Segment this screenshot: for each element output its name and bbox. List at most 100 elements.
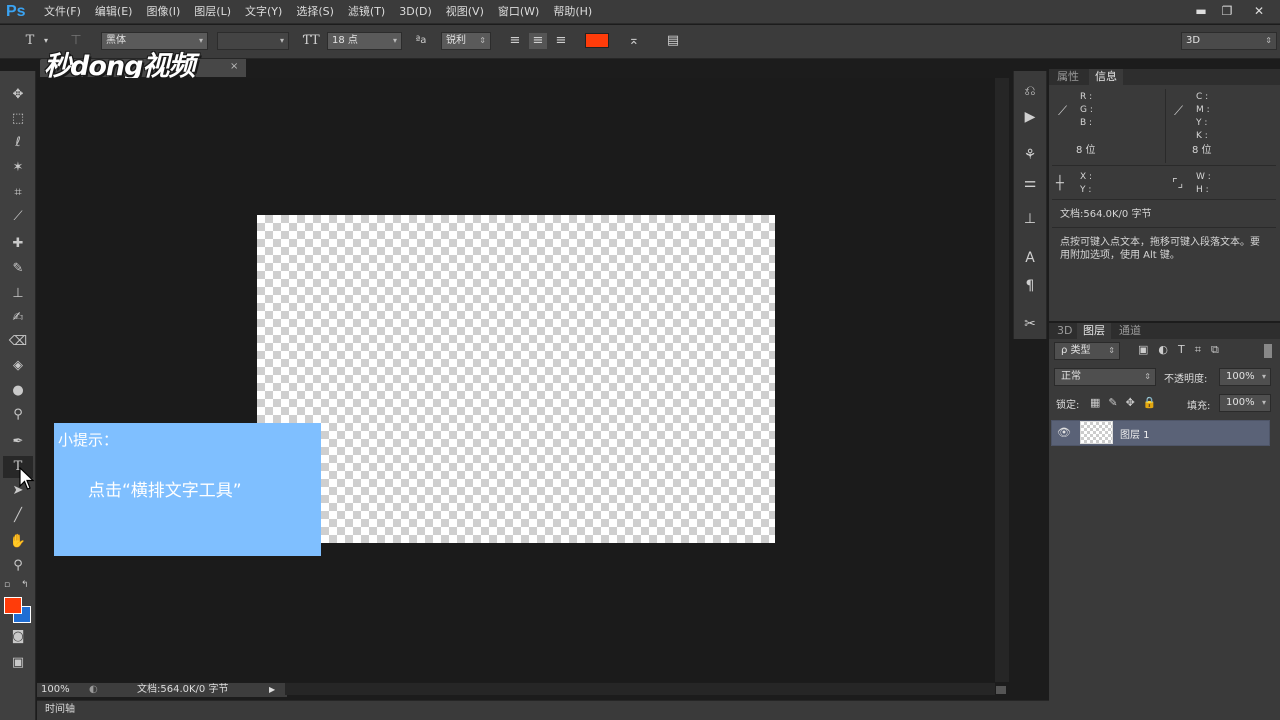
status-bar: 100% ◐ 文档:564.0K/0 字节 ▶ bbox=[37, 683, 287, 697]
paragraph-icon[interactable]: ¶ bbox=[1013, 273, 1047, 299]
brush-tool-icon[interactable]: ✎ bbox=[0, 258, 36, 280]
h-label: H : bbox=[1196, 185, 1209, 195]
wh-labels: W : H : bbox=[1196, 171, 1211, 197]
layer-name[interactable]: 图层 1 bbox=[1120, 426, 1150, 441]
quick-mask-icon[interactable]: ◙ bbox=[0, 626, 36, 648]
clone-source-icon[interactable]: ⊥ bbox=[1013, 206, 1047, 232]
screen-mode-icon[interactable]: ▣ bbox=[0, 652, 36, 674]
fill-input[interactable]: 100% ▾ bbox=[1219, 394, 1271, 412]
eraser-tool-icon[interactable]: ⌫ bbox=[0, 331, 36, 353]
g-label: G : bbox=[1080, 105, 1093, 115]
hand-tool-icon[interactable]: ✋ bbox=[0, 531, 36, 553]
clone-stamp-tool-icon[interactable]: ⊥ bbox=[0, 283, 36, 305]
actions-panel-icon[interactable]: ▶ bbox=[1013, 104, 1047, 130]
tool-hint-text: 点按可键入点文本，拖移可键入段落文本。要用附加选项，使用 Alt 键。 bbox=[1060, 237, 1260, 261]
tab-properties[interactable]: 属性 bbox=[1051, 69, 1085, 85]
filter-adjustment-icon[interactable]: ◐ bbox=[1158, 343, 1168, 357]
status-menu-arrow-icon[interactable]: ▶ bbox=[269, 683, 275, 697]
text-color-swatch[interactable] bbox=[585, 33, 609, 48]
adjustments-icon[interactable]: ⚌ bbox=[1013, 170, 1047, 196]
restore-button[interactable]: ❐ bbox=[1212, 0, 1242, 22]
eyedropper-tool-icon[interactable]: ⟋ bbox=[0, 206, 36, 228]
lock-all-icon[interactable]: 🔒 bbox=[1143, 396, 1157, 409]
dodge-tool-icon[interactable]: ⚲ bbox=[0, 404, 36, 426]
blur-tool-icon[interactable]: ● bbox=[0, 380, 36, 402]
menu-filter[interactable]: 滤镜(T) bbox=[348, 0, 393, 24]
crop-tool-icon[interactable]: ⌗ bbox=[0, 182, 36, 204]
close-button[interactable]: ✕ bbox=[1244, 0, 1274, 22]
menu-3d[interactable]: 3D(D) bbox=[399, 0, 440, 24]
w-label: W : bbox=[1196, 172, 1211, 182]
brush-presets-icon[interactable]: ⚘ bbox=[1013, 142, 1047, 168]
tab-info[interactable]: 信息 bbox=[1089, 69, 1123, 85]
opacity-input[interactable]: 100% ▾ bbox=[1219, 368, 1271, 386]
status-info-icon[interactable]: ◐ bbox=[89, 683, 98, 697]
info-panel-tabs: 属性 信息 bbox=[1049, 69, 1280, 85]
history-panel-icon[interactable]: ⎌ bbox=[1013, 78, 1047, 104]
blend-mode-select[interactable]: 正常 ⇕ bbox=[1054, 368, 1156, 386]
align-center-icon[interactable]: ≡ bbox=[529, 33, 547, 49]
line-tool-icon[interactable]: ╱ bbox=[0, 505, 36, 527]
menu-image[interactable]: 图像(I) bbox=[146, 0, 188, 24]
font-style-select[interactable]: ▾ bbox=[217, 32, 289, 50]
move-tool-icon[interactable]: ✥ bbox=[0, 84, 36, 106]
antialias-select[interactable]: 锐利 ⇕ bbox=[441, 32, 491, 50]
align-left-icon[interactable]: ≡ bbox=[507, 33, 523, 49]
lock-icons: ▦ ✎ ✥ 🔒 bbox=[1090, 396, 1157, 409]
default-colors-icon[interactable]: ▫ bbox=[4, 580, 10, 590]
menu-select[interactable]: 选择(S) bbox=[296, 0, 342, 24]
lock-pixels-icon[interactable]: ✎ bbox=[1108, 396, 1117, 409]
menu-help[interactable]: 帮助(H) bbox=[553, 0, 600, 24]
menu-edit[interactable]: 编辑(E) bbox=[95, 0, 141, 24]
xy-labels: X : Y : bbox=[1080, 171, 1092, 197]
layer-thumbnail bbox=[1080, 421, 1113, 444]
tab-3d[interactable]: 3D bbox=[1051, 323, 1078, 339]
pen-tool-icon[interactable]: ✒ bbox=[0, 431, 36, 453]
cmyk-labels: C : M : Y : K : bbox=[1196, 91, 1210, 143]
history-brush-tool-icon[interactable]: ✍ bbox=[0, 307, 36, 329]
menu-view[interactable]: 视图(V) bbox=[446, 0, 492, 24]
character-icon[interactable]: A bbox=[1013, 245, 1047, 271]
document-canvas[interactable] bbox=[257, 215, 775, 543]
align-right-icon[interactable]: ≡ bbox=[553, 33, 569, 49]
filter-pixel-icon[interactable]: ▣ bbox=[1138, 343, 1148, 357]
tab-channels[interactable]: 通道 bbox=[1113, 323, 1147, 339]
vertical-scrollbar[interactable] bbox=[995, 78, 1009, 682]
type-tool-preset-icon[interactable]: T bbox=[20, 33, 40, 49]
workspace-select[interactable]: 3D ⇕ bbox=[1181, 32, 1277, 50]
character-panel-icon[interactable]: ▤ bbox=[663, 33, 683, 49]
c-label: C : bbox=[1196, 92, 1209, 102]
selection-size-icon: ⌜⌟ bbox=[1172, 176, 1184, 190]
font-size-select[interactable]: 18 点 ▾ bbox=[327, 32, 402, 50]
lasso-tool-icon[interactable]: ℓ bbox=[0, 132, 36, 154]
zoom-level[interactable]: 100% bbox=[41, 683, 70, 697]
filter-type-icon[interactable]: T bbox=[1178, 343, 1185, 357]
lock-position-icon[interactable]: ✥ bbox=[1126, 396, 1135, 409]
tip-title: 小提示： bbox=[58, 431, 119, 449]
layer-filter-select[interactable]: ρ 类型 ⇕ bbox=[1054, 342, 1120, 360]
swap-colors-icon[interactable]: ↰ bbox=[21, 580, 29, 590]
menu-type[interactable]: 文字(Y) bbox=[245, 0, 290, 24]
menu-layer[interactable]: 图层(L) bbox=[194, 0, 239, 24]
menu-file[interactable]: 文件(F) bbox=[44, 0, 89, 24]
lock-transparent-icon[interactable]: ▦ bbox=[1090, 396, 1100, 409]
healing-brush-tool-icon[interactable]: ✚ bbox=[0, 233, 36, 255]
magic-wand-tool-icon[interactable]: ✶ bbox=[0, 157, 36, 179]
close-tab-icon[interactable]: × bbox=[230, 61, 238, 72]
foreground-color-swatch[interactable] bbox=[4, 597, 22, 614]
marquee-tool-icon[interactable]: ⬚ bbox=[0, 108, 36, 130]
tool-presets-icon[interactable]: ✂ bbox=[1013, 311, 1047, 337]
b-label: B : bbox=[1080, 118, 1093, 128]
horizontal-scrollbar[interactable] bbox=[285, 683, 995, 695]
warp-text-icon[interactable]: ⌅ bbox=[624, 33, 644, 49]
filter-shape-icon[interactable]: ⌗ bbox=[1195, 343, 1201, 357]
menu-window[interactable]: 窗口(W) bbox=[498, 0, 547, 24]
photoshop-logo: Ps bbox=[6, 3, 26, 20]
filter-toggle[interactable] bbox=[1264, 344, 1272, 358]
filter-smart-object-icon[interactable]: ⧉ bbox=[1211, 343, 1219, 357]
lock-label: 锁定: bbox=[1056, 400, 1080, 411]
paint-bucket-tool-icon[interactable]: ◈ bbox=[0, 355, 36, 377]
tab-layers[interactable]: 图层 bbox=[1077, 323, 1111, 339]
zoom-tool-icon[interactable]: ⚲ bbox=[0, 555, 36, 577]
eye-icon[interactable]: 👁 bbox=[1057, 426, 1071, 439]
